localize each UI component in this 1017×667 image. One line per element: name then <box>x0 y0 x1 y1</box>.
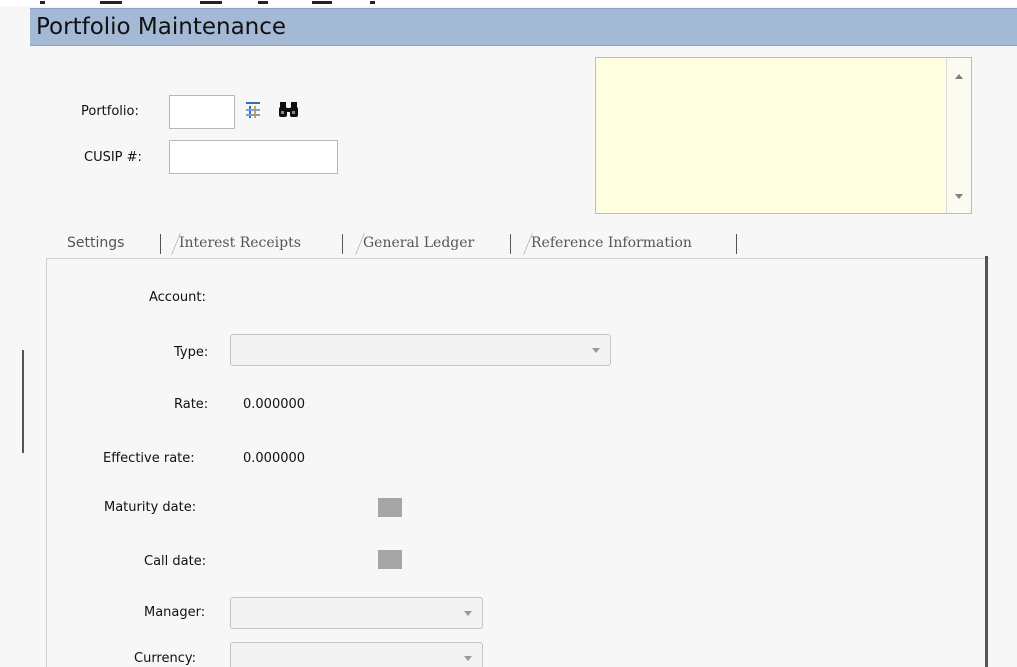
account-label: Account: <box>149 290 206 305</box>
effective-rate-value: 0.000000 <box>243 451 306 466</box>
cusip-label: CUSIP #: <box>84 150 142 165</box>
notes-textarea[interactable] <box>595 57 972 214</box>
tab-general-ledger-label: General Ledger <box>363 235 475 251</box>
rate-value: 0.000000 <box>243 397 306 412</box>
portfolio-input[interactable] <box>169 95 235 129</box>
effective-rate-label: Effective rate: <box>103 451 195 466</box>
tab-settings-label: Settings <box>67 235 125 251</box>
type-select[interactable] <box>230 334 611 366</box>
cusip-input[interactable] <box>169 140 338 174</box>
chevron-down-icon <box>464 656 472 661</box>
tab-divider <box>160 234 161 254</box>
chevron-down-icon <box>592 348 600 353</box>
left-splitter[interactable] <box>22 350 24 453</box>
tab-reference-information[interactable]: Reference Information <box>523 230 737 258</box>
tab-divider <box>510 234 511 254</box>
tab-divider <box>736 234 737 254</box>
scroll-down-arrow-icon[interactable] <box>955 194 963 199</box>
currency-label: Currency: <box>134 651 197 666</box>
notes-scrollbar[interactable] <box>946 58 971 213</box>
tab-interest-receipts-label: Interest Receipts <box>179 235 301 251</box>
manager-select[interactable] <box>230 597 483 629</box>
portfolio-maintenance-window: Portfolio Maintenance Portfolio: CUSIP #… <box>0 0 1017 667</box>
call-date-label: Call date: <box>144 554 207 569</box>
panel-right-border <box>985 256 988 667</box>
tab-divider <box>342 234 343 254</box>
maturity-date-label: Maturity date: <box>104 500 197 515</box>
currency-select[interactable] <box>230 642 483 667</box>
tab-bar: Settings Interest Receipts General Ledge… <box>46 226 996 258</box>
list-icon[interactable] <box>246 99 260 121</box>
page-title: Portfolio Maintenance <box>36 14 287 40</box>
tab-interest-receipts[interactable]: Interest Receipts <box>171 230 343 258</box>
maturity-date-picker-button[interactable] <box>378 498 402 517</box>
rate-label: Rate: <box>174 397 209 412</box>
tab-settings[interactable]: Settings <box>67 230 161 258</box>
tab-reference-information-label: Reference Information <box>531 235 692 251</box>
top-toolbar-remnant <box>0 0 1017 6</box>
call-date-picker-button[interactable] <box>378 550 402 569</box>
tab-general-ledger[interactable]: General Ledger <box>355 230 511 258</box>
chevron-down-icon <box>464 611 472 616</box>
binoculars-icon[interactable] <box>277 98 305 120</box>
scroll-up-arrow-icon[interactable] <box>955 74 963 79</box>
type-label: Type: <box>174 345 209 360</box>
portfolio-label: Portfolio: <box>81 104 139 119</box>
title-bar: Portfolio Maintenance <box>30 8 1017 46</box>
manager-label: Manager: <box>144 605 206 620</box>
